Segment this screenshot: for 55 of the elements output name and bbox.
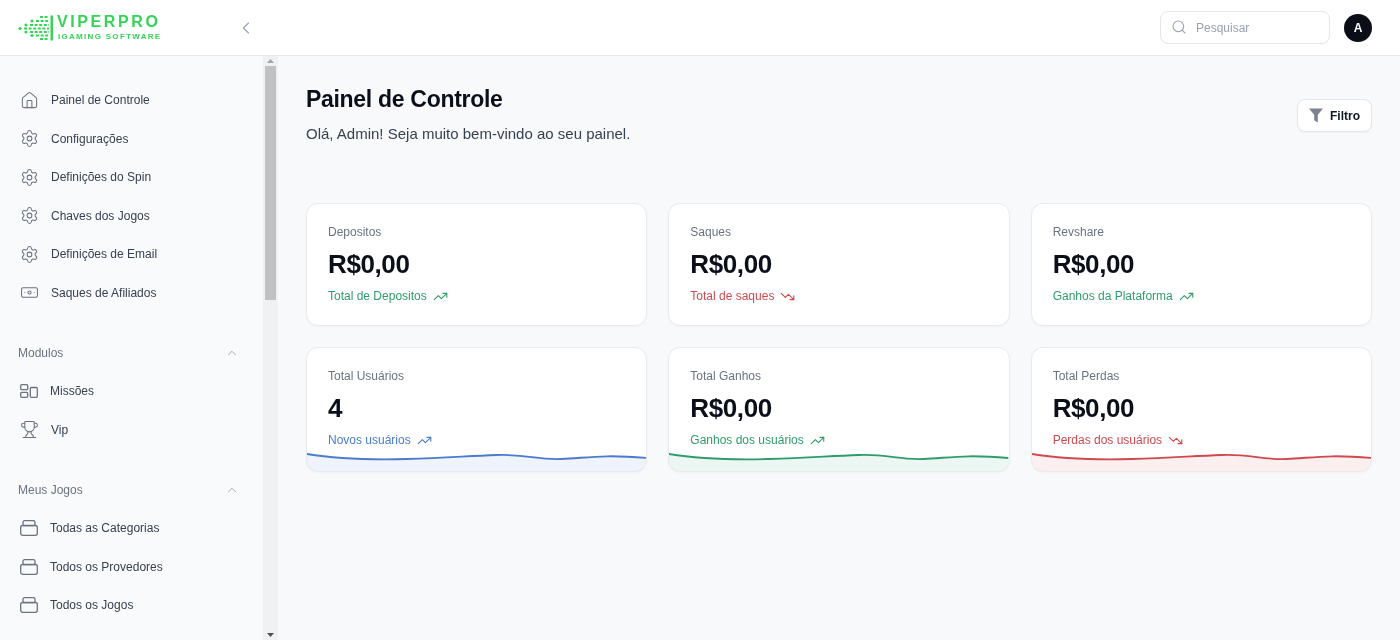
filter-button[interactable]: Filtro: [1297, 99, 1372, 132]
stat-value: R$0,00: [1052, 392, 1135, 424]
stat-value: R$0,00: [328, 248, 410, 280]
stat-caption: Ganhos dos usuários: [690, 432, 804, 448]
stat-caption: Total de saques: [690, 288, 775, 304]
stat-value: 4: [328, 392, 343, 424]
sidebar-item[interactable]: Todas as Categorias: [20, 509, 239, 548]
sidebar-item[interactable]: Configurações: [20, 119, 239, 158]
tray-icon: [20, 597, 38, 614]
sidebar-item[interactable]: Definições de Email: [20, 235, 239, 274]
sidebar-item[interactable]: Chaves dos Jogos: [20, 196, 239, 235]
funnel-icon: [1309, 108, 1323, 123]
gear-icon: [20, 167, 39, 187]
sidebar-item[interactable]: Todos os Jogos: [20, 586, 239, 625]
section-title: Modulos: [18, 346, 64, 360]
stat-label: Total Usuários: [328, 368, 405, 384]
logo-text: VIPERPRO: [57, 14, 161, 30]
stat-caption: Total de Depositos: [328, 288, 427, 304]
house-icon: [20, 90, 39, 110]
stat-value: R$0,00: [690, 248, 772, 280]
tray-icon: [20, 520, 38, 537]
layout-icon: [20, 384, 38, 399]
scroll-up-icon[interactable]: [267, 59, 274, 63]
stat-caption: Ganhos da Plataforma: [1052, 288, 1173, 304]
stat-caption: Perdas dos usuários: [1052, 432, 1163, 448]
logo-tagline: IGAMING SOFTWARE: [57, 32, 162, 41]
avatar-button[interactable]: A: [1344, 13, 1372, 42]
gear-icon: [20, 129, 39, 149]
scrollbar-thumb[interactable]: [265, 66, 276, 300]
sidebar-item[interactable]: Saques de Afiliados: [20, 273, 239, 312]
sidebar-item[interactable]: Vip: [20, 410, 239, 449]
stat-label: Revshare: [1052, 224, 1104, 240]
sidebar-item[interactable]: Definições do Spin: [20, 158, 239, 197]
gear-icon: [20, 244, 39, 264]
stat-caption: Novos usuários: [328, 432, 411, 448]
scroll-down-icon[interactable]: [267, 633, 274, 637]
trophy-icon: [20, 420, 39, 440]
logo-icon: [18, 13, 54, 42]
page-title: Painel de Controle: [306, 85, 504, 114]
stat-label: Saques: [690, 224, 732, 240]
section-title: Meus Jogos: [18, 483, 83, 497]
sidebar-item[interactable]: Todos os Provedores: [20, 547, 239, 586]
page-subtitle: Olá, Admin! Seja muito bem-vindo ao seu painel.: [306, 124, 631, 144]
search-field[interactable]: Pesquisar: [1160, 11, 1330, 44]
stat-label: Total Perdas: [1052, 368, 1120, 384]
scrollbar[interactable]: [263, 56, 278, 640]
search-icon: [1171, 19, 1187, 35]
stat-value: R$0,00: [1052, 248, 1135, 280]
stat-label: Depositos: [328, 224, 382, 240]
stat-label: Total Ganhos: [690, 368, 762, 384]
gear-icon: [20, 206, 39, 226]
sidebar-item[interactable]: Missões: [20, 372, 239, 411]
sidebar-item[interactable]: Painel de Controle: [20, 81, 239, 120]
tray-icon: [20, 558, 38, 575]
stat-value: R$0,00: [690, 392, 772, 424]
